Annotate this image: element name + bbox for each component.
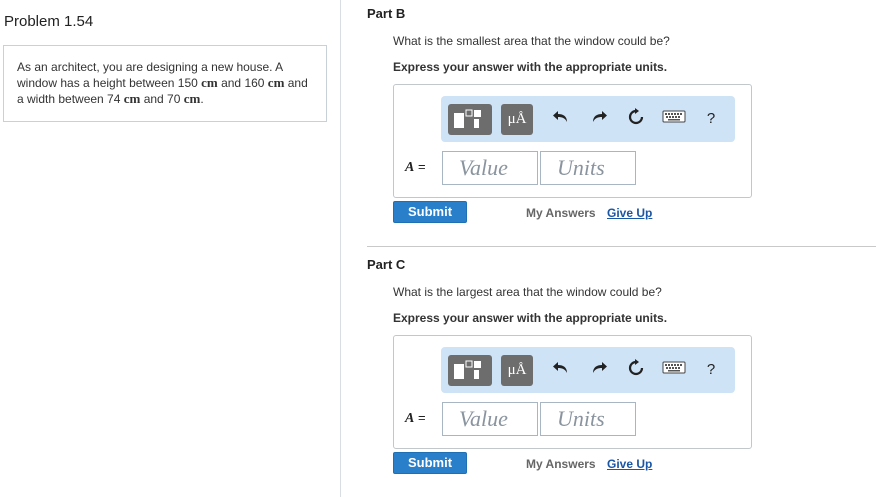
unit-cm: cm — [123, 91, 141, 106]
units-icon[interactable]: μÅ — [501, 355, 533, 386]
variable-a: A — [405, 160, 415, 175]
redo-icon[interactable] — [587, 358, 611, 382]
problem-text: and 70 — [140, 92, 184, 106]
units-input[interactable]: Units — [540, 402, 636, 436]
help-icon[interactable]: ? — [699, 358, 723, 382]
help-icon[interactable]: ? — [699, 107, 723, 131]
part-label: Part B — [367, 6, 406, 21]
equation-label: A = — [405, 410, 426, 427]
question-text: What is the largest area that the window… — [393, 285, 662, 299]
problem-panel: Problem 1.54 As an architect, you are de… — [0, 0, 341, 497]
part-label: Part C — [367, 257, 406, 272]
unit-cm: cm — [267, 75, 285, 90]
instruction-text: Express your answer with the appropriate… — [393, 60, 668, 74]
equals-sign: = — [414, 159, 426, 174]
answer-box: μÅ ? A = Value Units — [393, 335, 752, 449]
keyboard-icon[interactable] — [660, 107, 688, 131]
variable-a: A — [405, 411, 415, 426]
my-answers-link[interactable]: My Answers — [526, 457, 596, 471]
question-text: What is the smallest area that the windo… — [393, 34, 670, 48]
value-input[interactable]: Value — [442, 402, 538, 436]
templates-icon[interactable] — [448, 104, 492, 135]
keyboard-icon[interactable] — [660, 358, 688, 382]
my-answers-link[interactable]: My Answers — [526, 206, 596, 220]
math-toolbar: μÅ ? — [441, 96, 735, 142]
math-toolbar: μÅ ? — [441, 347, 735, 393]
value-input[interactable]: Value — [442, 151, 538, 185]
unit-cm: cm — [201, 75, 218, 90]
units-input[interactable]: Units — [540, 151, 636, 185]
answer-box: μÅ ? A = Value Units — [393, 84, 752, 198]
reset-icon[interactable] — [624, 358, 648, 382]
redo-icon[interactable] — [587, 107, 611, 131]
unit-cm: cm — [183, 91, 201, 106]
undo-icon[interactable] — [549, 358, 573, 382]
problem-text: and 160 — [217, 76, 268, 90]
reset-icon[interactable] — [624, 107, 648, 131]
problem-title: Problem 1.54 — [4, 13, 94, 30]
submit-button[interactable]: Submit — [393, 452, 467, 474]
templates-icon[interactable] — [448, 355, 492, 386]
problem-text: . — [200, 92, 204, 106]
problem-statement: As an architect, you are designing a new… — [3, 45, 327, 122]
units-icon[interactable]: μÅ — [501, 104, 533, 135]
part-divider — [367, 246, 876, 247]
give-up-link[interactable]: Give Up — [607, 206, 652, 220]
instruction-text: Express your answer with the appropriate… — [393, 311, 668, 325]
undo-icon[interactable] — [549, 107, 573, 131]
give-up-link[interactable]: Give Up — [607, 457, 652, 471]
submit-button[interactable]: Submit — [393, 201, 467, 223]
equals-sign: = — [414, 410, 426, 425]
equation-label: A = — [405, 159, 426, 176]
